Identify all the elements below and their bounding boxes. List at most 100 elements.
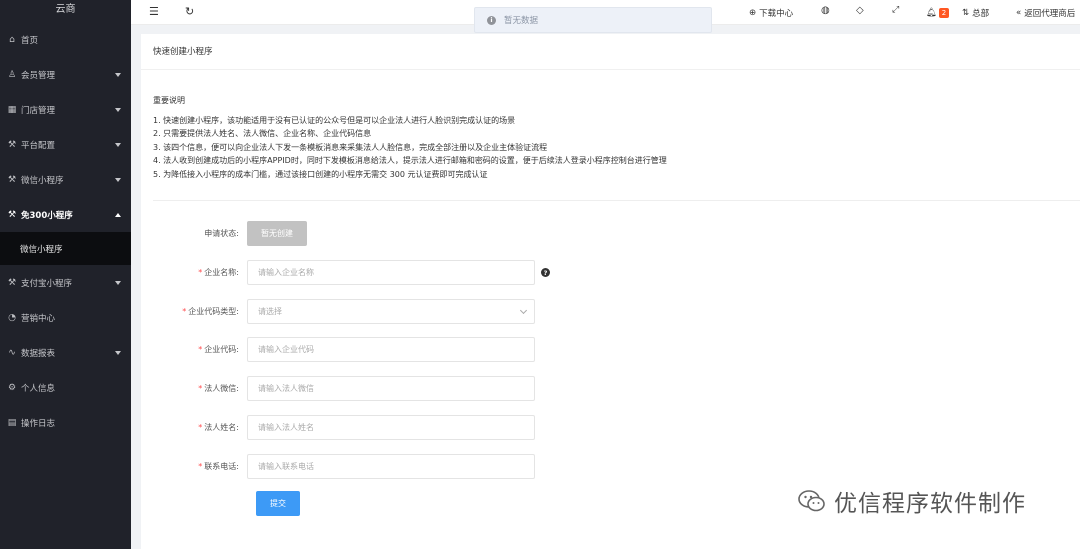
caret-down-icon xyxy=(115,142,121,147)
empty-data-toast: i 暂无数据 xyxy=(474,7,712,33)
download-center-link[interactable]: ⊕ 下载中心 xyxy=(749,0,793,25)
form-row-phone: * 联系电话: 请输入联系电话 xyxy=(141,454,535,479)
headquarters-label: 总部 xyxy=(972,8,990,19)
sidebar-item-platform-config[interactable]: ⚒ 平台配置 xyxy=(0,127,131,162)
sidebar-item-label: 微信小程序 xyxy=(21,175,64,186)
sidebar-item-marketing[interactable]: ◔ 营销中心 xyxy=(0,300,131,335)
marketing-icon: ◔ xyxy=(8,312,16,323)
form-row-wechat: * 法人微信: 请输入法人微信 xyxy=(141,376,535,401)
return-agent-link[interactable]: « 返回代理商后 xyxy=(1016,0,1075,25)
wechat-input[interactable]: 请输入法人微信 xyxy=(247,376,535,401)
sidebar-item-label: 操作日志 xyxy=(21,418,56,429)
info-icon: i xyxy=(487,15,496,25)
home-icon: ⌂ xyxy=(9,34,15,45)
status-label: 申请状态: xyxy=(204,229,239,238)
caret-down-icon xyxy=(115,107,121,112)
notice-title: 重要说明 xyxy=(153,96,185,105)
sidebar-item-members[interactable]: ♙ 会员管理 xyxy=(0,57,131,92)
fullscreen-icon[interactable]: ⤢ xyxy=(892,5,899,15)
notice-line: 4. 法人收到创建成功后的小程序APPID时，同时下发模板消息给法人，提示法人进… xyxy=(153,156,667,165)
form-row-code: * 企业代码: 请输入企业代码 xyxy=(141,337,535,362)
notification-badge: 2 xyxy=(938,7,950,18)
company-name-input[interactable]: 请输入企业名称 xyxy=(247,260,535,285)
notice-block: 重要说明 1. 快速创建小程序，该功能适用于没有已认证的公众号但是可以企业法人进… xyxy=(153,94,667,181)
sidebar-item-logs[interactable]: ▤ 操作日志 xyxy=(0,405,131,440)
theme-icon[interactable]: ◍ xyxy=(821,5,830,16)
sidebar-item-label: 支付宝小程序 xyxy=(21,278,73,289)
notice-line: 3. 该四个信息，便可以向企业法人下发一条模板消息来采集法人人脸信息，完成全部注… xyxy=(153,142,548,152)
tag-icon[interactable]: ◇ xyxy=(856,5,864,16)
legal-name-input[interactable]: 请输入法人姓名 xyxy=(247,415,535,440)
submit-button[interactable]: 提交 xyxy=(256,491,300,516)
sidebar-item-alipay-miniapp[interactable]: ⚒ 支付宝小程序 xyxy=(0,265,131,300)
watermark: 优信程序软件制作 xyxy=(798,484,1026,518)
notice-line: 5. 为降低接入小程序的成本门槛，通过该接口创建的小程序无需交 300 元认证费… xyxy=(153,169,488,179)
sidebar-item-label: 首页 xyxy=(21,35,39,46)
sidebar-item-wechat-miniapp[interactable]: ⚒ 微信小程序 xyxy=(0,162,131,197)
chevron-down-icon xyxy=(519,306,528,315)
wechat-label: * 法人微信: xyxy=(198,384,239,393)
code-input[interactable]: 请输入企业代码 xyxy=(247,337,535,362)
sidebar-item-label: 门店管理 xyxy=(21,105,56,116)
wechat-icon xyxy=(798,490,825,512)
sidebar-item-reports[interactable]: ∿ 数据报表 xyxy=(0,335,131,370)
bell-icon: 🔔︎ xyxy=(926,7,937,18)
help-icon[interactable]: ? xyxy=(541,268,550,277)
caret-down-icon xyxy=(115,72,121,77)
sidebar-item-label: 个人信息 xyxy=(21,383,56,394)
headquarters-link[interactable]: ⇅ 总部 xyxy=(962,0,989,25)
tools-icon: ⚒ xyxy=(7,139,17,150)
caret-down-icon xyxy=(115,177,121,182)
form-row-legal-name: * 法人姓名: 请输入法人姓名 xyxy=(141,415,535,440)
phone-label: * 联系电话: xyxy=(198,462,239,471)
tools-icon: ⚒ xyxy=(7,174,17,185)
status-badge: 暂无创建 xyxy=(247,221,307,246)
store-icon: ▦ xyxy=(7,104,17,115)
log-icon: ▤ xyxy=(7,417,17,428)
page-title: 快速创建小程序 xyxy=(141,34,1080,70)
form-row-company-name: * 企业名称: 请输入企业名称 ? xyxy=(141,260,550,285)
caret-up-icon xyxy=(115,212,121,217)
gear-icon: ⚙ xyxy=(7,382,17,393)
sidebar-item-label: 会员管理 xyxy=(21,70,56,81)
notice-line: 2. 只需要提供法人姓名、法人微信、企业名称、企业代码信息 xyxy=(153,129,372,138)
sidebar-item-label: 免300小程序 xyxy=(21,210,73,221)
sidebar-item-home[interactable]: ⌂ 首页 xyxy=(0,22,131,57)
user-icon: ♙ xyxy=(7,69,17,80)
divider xyxy=(153,200,1080,201)
tools-icon: ⚒ xyxy=(7,277,17,288)
chart-line-icon: ∿ xyxy=(8,347,16,358)
company-name-label: * 企业名称: xyxy=(198,268,239,277)
code-label: * 企业代码: xyxy=(198,345,239,354)
sidebar-item-free300-miniapp[interactable]: ⚒ 免300小程序 xyxy=(0,197,131,232)
switch-icon: ⇅ xyxy=(962,7,970,18)
download-label: 下载中心 xyxy=(759,8,794,19)
form-row-code-type: * 企业代码类型: 请选择 xyxy=(141,299,535,324)
toast-text: 暂无数据 xyxy=(504,16,539,26)
download-icon: ⊕ xyxy=(749,7,757,18)
sidebar-item-stores[interactable]: ▦ 门店管理 xyxy=(0,92,131,127)
caret-down-icon xyxy=(115,350,121,355)
menu-toggle-icon[interactable]: ☰ xyxy=(149,5,159,18)
code-type-select[interactable]: 请选择 xyxy=(247,299,535,324)
brand-logo: 云商 xyxy=(55,4,76,15)
sidebar-item-label: 营销中心 xyxy=(21,313,56,324)
sidebar-item-profile[interactable]: ⚙ 个人信息 xyxy=(0,370,131,405)
return-label: 返回代理商后 xyxy=(1024,8,1076,19)
code-type-label: * 企业代码类型: xyxy=(182,307,239,316)
tools-icon: ⚒ xyxy=(7,209,17,220)
form-row-status: 申请状态: 暂无创建 xyxy=(141,221,307,246)
code-type-placeholder: 请选择 xyxy=(258,307,282,316)
sidebar: 云商 ⌂ 首页 ♙ 会员管理 ▦ 门店管理 ⚒ 平台配置 ⚒ 微信小程序 ⚒ 免… xyxy=(0,0,131,549)
watermark-text: 优信程序软件制作 xyxy=(834,491,1026,517)
notifications[interactable]: 🔔︎ 2 xyxy=(926,0,950,25)
sidebar-subitem-wechat-miniapp[interactable]: 微信小程序 xyxy=(0,232,131,265)
double-chevron-left-icon: « xyxy=(1016,7,1022,18)
refresh-icon[interactable]: ↻ xyxy=(185,5,194,18)
main-card: 快速创建小程序 重要说明 1. 快速创建小程序，该功能适用于没有已认证的公众号但… xyxy=(141,34,1080,549)
notice-line: 1. 快速创建小程序，该功能适用于没有已认证的公众号但是可以企业法人进行人脸识别… xyxy=(153,115,516,125)
sidebar-item-label: 平台配置 xyxy=(21,140,56,151)
phone-input[interactable]: 请输入联系电话 xyxy=(247,454,535,479)
legal-name-label: * 法人姓名: xyxy=(198,423,239,432)
sidebar-item-label: 数据报表 xyxy=(21,348,56,359)
